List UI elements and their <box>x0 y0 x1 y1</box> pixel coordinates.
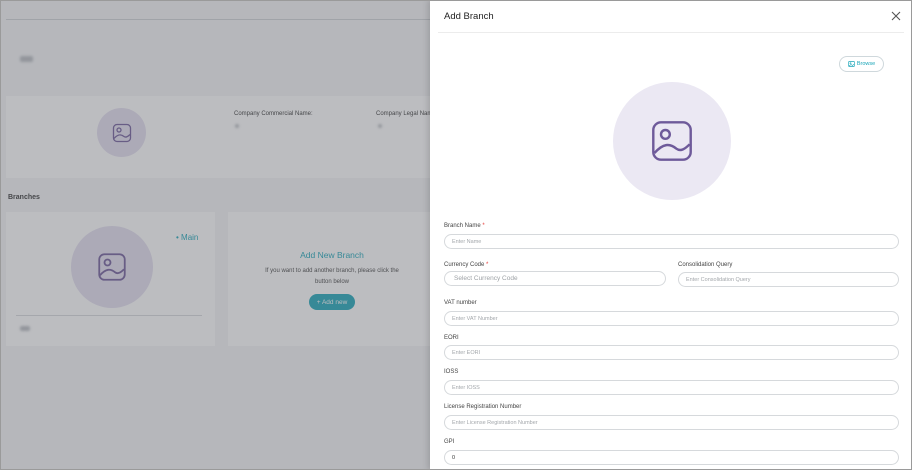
ioss-label: IOSS <box>444 369 459 375</box>
close-button[interactable] <box>889 9 903 23</box>
required-marker: * <box>486 262 489 268</box>
drawer-title: Add Branch <box>444 11 494 22</box>
currency-code-placeholder: Select Currency Code <box>454 275 518 282</box>
license-registration-number-label: License Registration Number <box>444 404 522 410</box>
gpi-label: GPI <box>444 439 455 445</box>
consolidation-query-label: Consolidation Query <box>678 262 733 268</box>
branch-name-input[interactable] <box>444 234 899 249</box>
ioss-input[interactable] <box>444 380 899 395</box>
eori-label: EORI <box>444 335 459 341</box>
browse-button[interactable]: Browse <box>839 56 884 72</box>
close-icon <box>891 11 901 21</box>
vat-number-input[interactable] <box>444 311 899 326</box>
branch-name-label-text: Branch Name <box>444 223 481 229</box>
consolidation-query-input[interactable] <box>678 272 899 287</box>
browse-label: Browse <box>856 61 876 67</box>
currency-code-label: Currency Code * <box>444 262 488 268</box>
eori-input[interactable] <box>444 345 899 360</box>
currency-code-select[interactable]: Select Currency Code <box>444 271 666 286</box>
add-branch-drawer: Add Branch Browse Branch Name * Currency… <box>430 0 912 470</box>
gpi-input[interactable] <box>444 450 899 465</box>
license-registration-number-input[interactable] <box>444 415 899 430</box>
image-icon <box>848 61 855 67</box>
vat-number-label: VAT number <box>444 300 477 306</box>
drawer-header-divider <box>438 32 904 33</box>
currency-code-label-text: Currency Code <box>444 262 485 268</box>
image-placeholder-icon <box>652 121 692 161</box>
branch-image-preview[interactable] <box>613 82 731 200</box>
required-marker: * <box>482 223 485 229</box>
branch-name-label: Branch Name * <box>444 223 485 229</box>
